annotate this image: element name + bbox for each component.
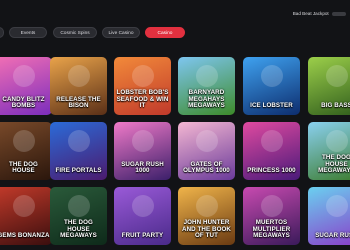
game-tile[interactable]: Big Bass: [308, 57, 350, 115]
game-title: Candy Blitz Bombs: [2, 95, 45, 110]
game-character-art: [13, 65, 35, 87]
game-character-art: [132, 195, 154, 217]
jackpot-label: Bad Beat Jackpot: [292, 11, 329, 16]
category-filters: Events Cosmic Spins Live Casino Casino: [0, 27, 350, 38]
game-character-art: [196, 65, 218, 87]
game-tile[interactable]: Lobster Bob's Seafood & Win It: [114, 57, 171, 115]
game-tile[interactable]: Princess 1000: [243, 122, 300, 180]
game-title: Sugar Rush: [315, 232, 350, 240]
game-tile[interactable]: Barnyard Megahays Megaways: [178, 57, 235, 115]
game-title: Sugar Rush 1000: [121, 160, 164, 175]
game-title: Gems Bonanza: [0, 232, 50, 240]
filter-pill-0[interactable]: [0, 27, 4, 38]
game-tile[interactable]: Sugar Rush 1000: [114, 122, 171, 180]
game-character-art: [68, 130, 90, 152]
game-tile[interactable]: Gates of Olympus 1000: [178, 122, 235, 180]
filter-cosmic-spins[interactable]: Cosmic Spins: [53, 27, 97, 38]
game-title: Fire Portals: [55, 167, 102, 175]
game-character-art: [261, 65, 283, 87]
game-title: The Dog House Megaways: [60, 219, 97, 240]
game-title: The Dog House: [9, 160, 38, 175]
game-title: Lobster Bob's Seafood & Win It: [116, 89, 169, 110]
game-tile[interactable]: Ice Lobster: [243, 57, 300, 115]
game-title: Barnyard Megahays Megaways: [188, 89, 225, 110]
filter-casino[interactable]: Casino: [145, 27, 185, 38]
top-bar: Bad Beat Jackpot: [0, 0, 350, 24]
game-tile[interactable]: The Dog House: [0, 122, 52, 180]
game-character-art: [261, 130, 283, 152]
game-tile[interactable]: Fire Portals: [50, 122, 107, 180]
game-character-art: [261, 195, 283, 217]
game-title: Muertos Multiplier Megaways: [252, 219, 291, 240]
game-character-art: [196, 195, 218, 217]
game-title: John Hunter and the Book of Tut: [182, 219, 231, 240]
game-tile[interactable]: John Hunter and the Book of Tut: [178, 187, 235, 245]
game-tile[interactable]: The Dog House Megaways: [308, 122, 350, 180]
game-character-art: [13, 195, 35, 217]
game-tile[interactable]: Sugar Rush: [308, 187, 350, 245]
game-tile[interactable]: Fruit Party: [114, 187, 171, 245]
game-title: Gates of Olympus 1000: [183, 160, 230, 175]
filter-events[interactable]: Events: [9, 27, 47, 38]
game-character-art: [68, 65, 90, 87]
game-character-art: [132, 65, 154, 87]
jackpot-amount: [332, 11, 346, 16]
game-tile[interactable]: Muertos Multiplier Megaways: [243, 187, 300, 245]
game-tile[interactable]: The Dog House Megaways: [50, 187, 107, 245]
game-title: Big Bass: [321, 102, 350, 110]
game-title: Release the Bison: [56, 95, 101, 110]
game-character-art: [13, 130, 35, 152]
filter-live-casino[interactable]: Live Casino: [102, 27, 140, 38]
game-tile[interactable]: Release the Bison: [50, 57, 107, 115]
game-title: The Dog House Megaways: [318, 154, 350, 175]
jackpot-info[interactable]: Bad Beat Jackpot: [293, 11, 346, 16]
game-character-art: [326, 195, 348, 217]
game-character-art: [132, 130, 154, 152]
game-character-art: [326, 65, 348, 87]
game-character-art: [68, 195, 90, 217]
game-tile[interactable]: Gems Bonanza: [0, 187, 52, 245]
game-title: Ice Lobster: [250, 102, 293, 110]
game-title: Princess 1000: [247, 167, 296, 175]
game-title: Fruit Party: [121, 232, 164, 240]
game-tile[interactable]: Candy Blitz Bombs: [0, 57, 52, 115]
game-character-art: [196, 130, 218, 152]
game-character-art: [326, 130, 348, 152]
